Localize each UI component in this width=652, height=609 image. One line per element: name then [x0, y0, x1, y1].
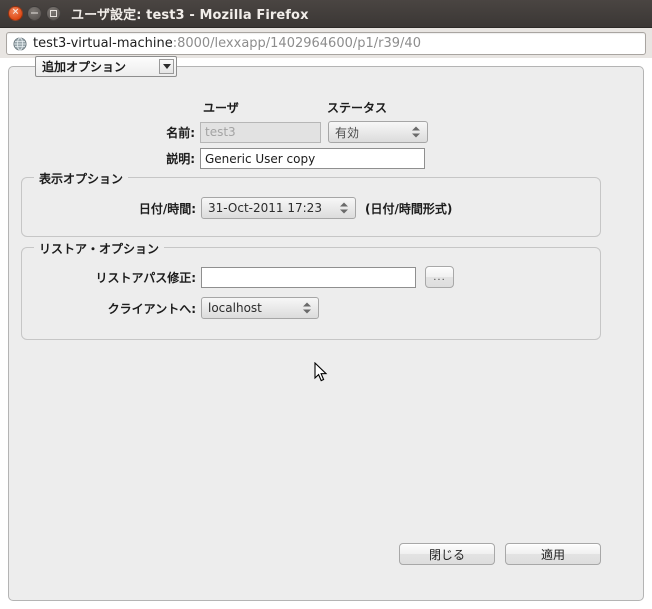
status-spinner-value: 有効 — [335, 125, 360, 140]
page-content: 追加オプション ユーザ ステータス 名前: test3 有効 説明: Gener… — [0, 56, 652, 609]
display-options-legend: 表示オプション — [34, 170, 129, 187]
datetime-label: 日付/時間: — [138, 201, 196, 216]
window-title: ユーザ設定: test3 - Mozilla Firefox — [71, 8, 309, 23]
to-client-spinner-value: localhost — [208, 301, 262, 315]
window-titlebar: ✕ ユーザ設定: test3 - Mozilla Firefox — [0, 0, 652, 28]
to-client-row: クライアントへ: localhost — [22, 297, 600, 319]
datetime-format-hint: (日付/時間形式) — [365, 201, 453, 216]
restore-options-group: リストア・オプション リストアパス修正: ... クライアントへ: localh… — [21, 240, 601, 340]
window-controls: ✕ — [8, 6, 61, 21]
name-row: 名前: test3 有効 — [9, 121, 643, 143]
datetime-row: 日付/時間: 31-Oct-2011 17:23 (日付/時間形式) — [22, 197, 600, 219]
browse-button[interactable]: ... — [425, 266, 454, 288]
settings-panel: 追加オプション ユーザ ステータス 名前: test3 有効 説明: Gener… — [8, 56, 644, 601]
description-input[interactable]: Generic User copy — [200, 148, 425, 169]
column-headings: ユーザ ステータス — [9, 99, 643, 115]
footer-buttons: 閉じる 適用 — [399, 543, 601, 565]
description-label: 説明: — [166, 152, 195, 166]
url-host: test3-virtual-machine — [33, 36, 173, 51]
additional-options-combo[interactable]: 追加オプション — [35, 56, 177, 77]
spinner-arrows-icon[interactable] — [412, 126, 420, 138]
description-row: 説明: Generic User copy — [9, 148, 643, 169]
to-client-spinner[interactable]: localhost — [201, 297, 319, 319]
column-header-status: ステータス — [327, 101, 388, 115]
address-bar[interactable]: test3-virtual-machine:8000/lexxapp/14029… — [6, 32, 646, 55]
column-header-user: ユーザ — [203, 101, 239, 115]
datetime-spinner[interactable]: 31-Oct-2011 17:23 — [201, 197, 356, 219]
url-path: :8000/lexxapp/1402964600/p1/r39/40 — [172, 36, 421, 51]
additional-options-combo-value: 追加オプション — [42, 60, 127, 74]
restore-path-label: リストアパス修正: — [95, 270, 196, 285]
maximize-window-icon[interactable] — [46, 6, 61, 21]
close-window-icon[interactable]: ✕ — [8, 6, 23, 21]
spinner-arrows-icon[interactable] — [303, 302, 311, 314]
restore-path-input[interactable] — [201, 266, 416, 288]
minimize-window-icon[interactable] — [27, 6, 42, 21]
status-spinner[interactable]: 有効 — [328, 121, 428, 143]
close-button[interactable]: 閉じる — [399, 543, 495, 565]
name-input[interactable]: test3 — [200, 121, 321, 143]
apply-button[interactable]: 適用 — [505, 543, 601, 565]
form-area: ユーザ ステータス 名前: test3 有効 説明: Generic User … — [9, 85, 643, 600]
display-options-group: 表示オプション 日付/時間: 31-Oct-2011 17:23 (日付/時間形… — [21, 170, 601, 237]
name-label: 名前: — [166, 125, 195, 140]
globe-icon — [13, 36, 27, 51]
datetime-spinner-value: 31-Oct-2011 17:23 — [208, 201, 322, 215]
urlbar-container: test3-virtual-machine:8000/lexxapp/14029… — [0, 28, 652, 58]
to-client-label: クライアントへ: — [107, 301, 196, 316]
restore-path-row: リストアパス修正: ... — [22, 266, 600, 288]
chevron-down-icon[interactable] — [159, 59, 174, 74]
spinner-arrows-icon[interactable] — [340, 202, 348, 214]
restore-options-legend: リストア・オプション — [34, 240, 165, 257]
